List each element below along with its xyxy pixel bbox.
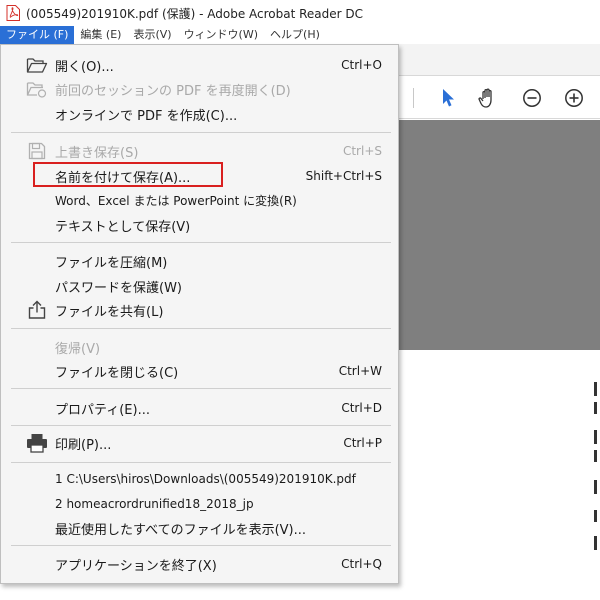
menu-item-exit-shortcut: Ctrl+Q xyxy=(341,557,382,571)
pdf-icon xyxy=(6,5,20,21)
menu-item-share[interactable]: ファイルを共有(L) xyxy=(1,298,398,322)
menu-item-save-shortcut: Ctrl+S xyxy=(342,144,382,158)
document-page xyxy=(399,350,600,600)
zoom-in-icon[interactable] xyxy=(563,87,585,109)
menu-item-compress[interactable]: ファイルを圧縮(M) xyxy=(1,249,398,273)
page-text-fragment xyxy=(594,402,597,414)
menu-item-share-label: ファイルを共有(L) xyxy=(55,304,164,320)
page-text-fragment xyxy=(594,450,597,462)
menu-edit[interactable]: 編集 (E) xyxy=(74,26,127,44)
menu-item-print-label: 印刷(P)... xyxy=(55,437,112,453)
folder-open-icon xyxy=(25,54,49,76)
menu-item-close-shortcut: Ctrl+W xyxy=(338,364,382,378)
page-text-fragment xyxy=(594,430,597,444)
menu-item-save-label: 上書き保存(S) xyxy=(55,145,139,161)
page-text-fragment xyxy=(594,536,597,550)
menu-separator xyxy=(11,242,391,243)
menu-separator xyxy=(11,132,391,133)
menu-file[interactable]: ファイル (F) xyxy=(0,26,75,44)
menu-item-save[interactable]: 上書き保存(S) Ctrl+S xyxy=(1,139,398,163)
window-title: (005549)201910K.pdf (保護) - Adobe Acrobat… xyxy=(26,6,364,21)
menu-item-show-all-recent-label: 最近使用したすべてのファイルを表示(V)... xyxy=(55,522,307,538)
tab-strip xyxy=(399,44,600,76)
page-text-fragment xyxy=(594,510,597,522)
title-bar: (005549)201910K.pdf (保護) - Adobe Acrobat… xyxy=(0,0,600,26)
menu-item-create-pdf-online-label: オンラインで PDF を作成(C)... xyxy=(55,108,238,124)
printer-icon xyxy=(25,432,49,454)
menu-item-revert[interactable]: 復帰(V) xyxy=(1,335,398,359)
menu-item-recent-1[interactable]: 1 C:\Users\hiros\Downloads\(005549)20191… xyxy=(1,467,398,491)
menu-help[interactable]: ヘルプ(H) xyxy=(264,26,326,44)
menu-item-reopen-session-label: 前回のセッションの PDF を再度開く(D) xyxy=(55,83,291,99)
menu-item-convert[interactable]: Word、Excel または PowerPoint に変換(R) xyxy=(1,188,398,212)
menu-separator xyxy=(11,462,391,463)
zoom-out-icon[interactable] xyxy=(521,87,543,109)
menu-item-save-as-text-label: テキストとして保存(V) xyxy=(55,219,191,235)
page-text-fragment xyxy=(594,382,597,396)
menu-window[interactable]: ウィンドウ(W) xyxy=(178,26,264,44)
menu-item-save-as-text[interactable]: テキストとして保存(V) xyxy=(1,213,398,237)
menu-item-convert-label: Word、Excel または PowerPoint に変換(R) xyxy=(55,193,297,208)
toolbar-divider xyxy=(413,88,414,108)
reopen-session-icon xyxy=(25,78,49,100)
file-menu-dropdown: 開く(O)... Ctrl+O 前回のセッションの PDF を再度開く(D) オ… xyxy=(0,44,399,584)
menu-item-properties-shortcut: Ctrl+D xyxy=(341,401,382,415)
menu-item-exit[interactable]: アプリケーションを終了(X) Ctrl+Q xyxy=(1,552,398,576)
menu-item-open-shortcut: Ctrl+O xyxy=(341,58,382,72)
menu-item-protect-password[interactable]: パスワードを保護(W) xyxy=(1,274,398,298)
menu-item-open-label: 開く(O)... xyxy=(55,59,114,75)
floppy-disk-icon xyxy=(25,140,49,162)
menu-item-properties-label: プロパティ(E)... xyxy=(55,402,150,418)
menu-view[interactable]: 表示(V) xyxy=(127,26,177,44)
menu-item-close[interactable]: ファイルを閉じる(C) Ctrl+W xyxy=(1,359,398,383)
menu-item-print-shortcut: Ctrl+P xyxy=(343,436,382,450)
menu-item-print[interactable]: 印刷(P)... Ctrl+P xyxy=(1,431,398,455)
menu-separator xyxy=(11,425,391,426)
menu-separator xyxy=(11,328,391,329)
menu-item-revert-label: 復帰(V) xyxy=(55,341,101,357)
menu-item-create-pdf-online[interactable]: オンラインで PDF を作成(C)... xyxy=(1,102,398,126)
menu-item-save-as-shortcut: Shift+Ctrl+S xyxy=(305,169,382,183)
menu-item-protect-password-label: パスワードを保護(W) xyxy=(55,280,182,296)
menu-bar: ファイル (F) 編集 (E) 表示(V) ウィンドウ(W) ヘルプ(H) xyxy=(0,26,600,44)
select-arrow-icon[interactable] xyxy=(437,87,459,109)
toolbar xyxy=(399,77,600,119)
menu-separator xyxy=(11,388,391,389)
menu-item-recent-2[interactable]: 2 homeacrordrunified18_2018_jp xyxy=(1,492,398,516)
menu-item-recent-1-label: 1 C:\Users\hiros\Downloads\(005549)20191… xyxy=(55,472,356,486)
page-text-fragment xyxy=(594,480,597,494)
document-canvas xyxy=(399,120,600,350)
menu-item-exit-label: アプリケーションを終了(X) xyxy=(55,558,217,574)
menu-separator xyxy=(11,545,391,546)
share-upload-icon xyxy=(25,299,49,321)
menu-item-show-all-recent[interactable]: 最近使用したすべてのファイルを表示(V)... xyxy=(1,516,398,540)
menu-item-close-label: ファイルを閉じる(C) xyxy=(55,365,179,381)
menu-item-compress-label: ファイルを圧縮(M) xyxy=(55,255,168,271)
menu-item-reopen-session[interactable]: 前回のセッションの PDF を再度開く(D) xyxy=(1,77,398,101)
hand-tool-icon[interactable] xyxy=(477,87,499,109)
menu-item-open[interactable]: 開く(O)... Ctrl+O xyxy=(1,53,398,77)
menu-item-properties[interactable]: プロパティ(E)... Ctrl+D xyxy=(1,396,398,420)
menu-item-recent-2-label: 2 homeacrordrunified18_2018_jp xyxy=(55,497,254,511)
save-as-highlight-box xyxy=(33,162,223,187)
